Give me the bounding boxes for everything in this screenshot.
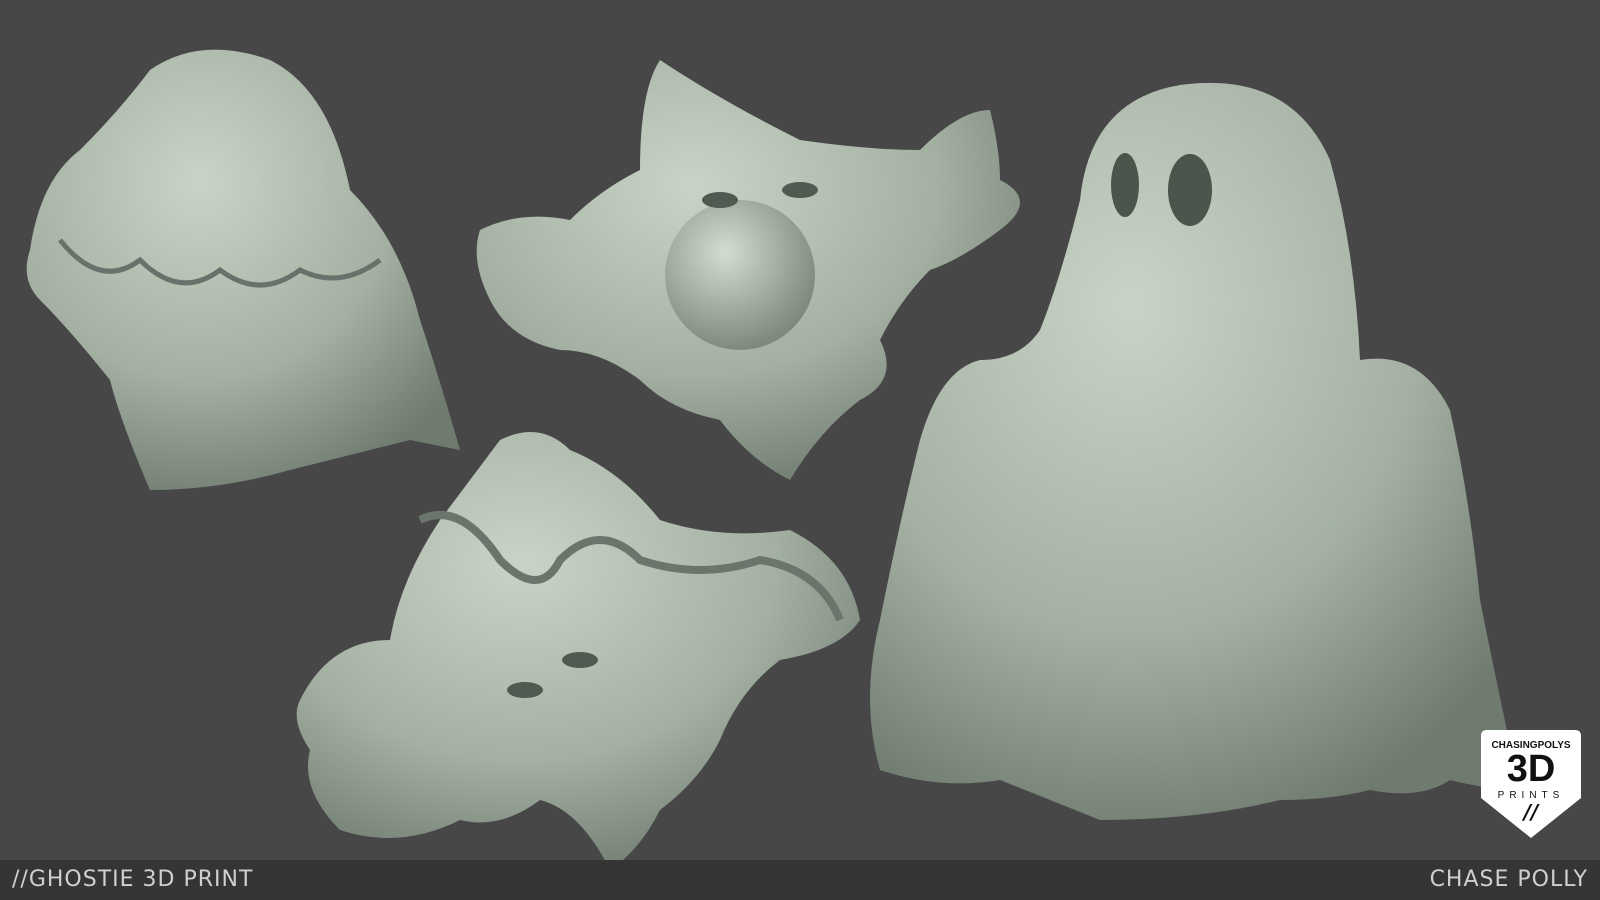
project-title: //GHOSTIE 3D PRINT — [12, 867, 254, 892]
logo-3d: 3D — [1506, 748, 1556, 790]
logo-slash-mark: // — [1523, 800, 1539, 824]
ghost-bottom-view — [296, 432, 860, 860]
render-scene — [26, 49, 1520, 860]
chasingpolys-logo: CHASINGPOLYS 3D PRINTS // — [1481, 730, 1581, 840]
footer-bar: //GHOSTIE 3D PRINT CHASE POLLY — [0, 860, 1600, 900]
author-name: CHASE POLLY — [1429, 867, 1588, 892]
ghost-side-view — [26, 49, 461, 490]
